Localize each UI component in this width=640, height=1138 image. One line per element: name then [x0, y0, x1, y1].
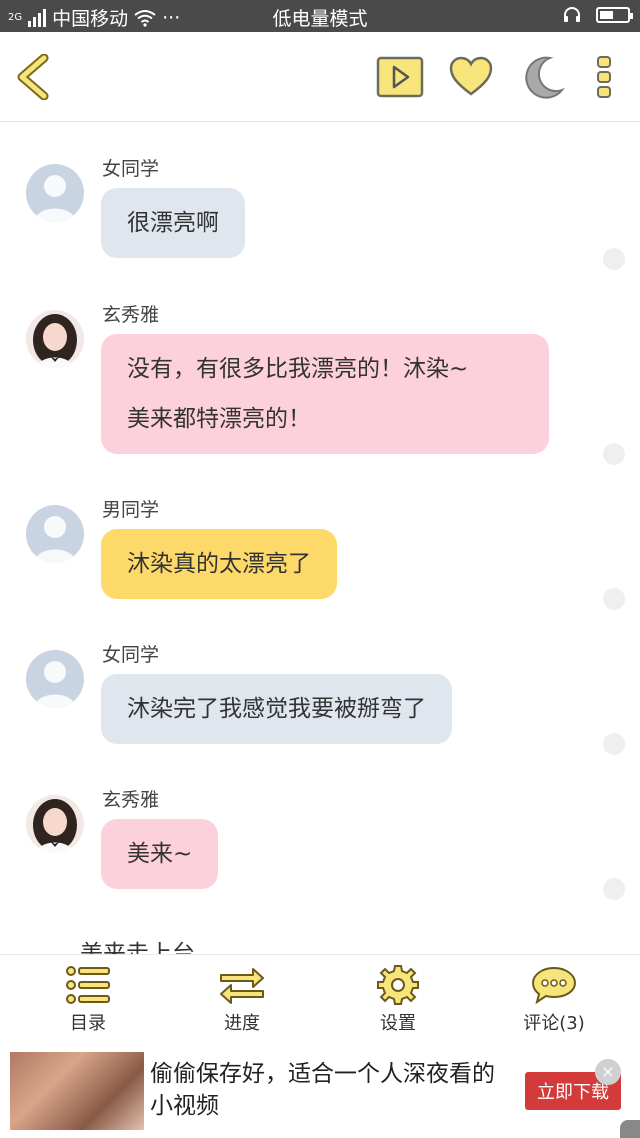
gear-icon	[377, 965, 419, 1005]
reader-toolbar	[0, 32, 640, 122]
partial-story-text: 美来走上台	[80, 941, 195, 954]
comment-dot[interactable]	[603, 248, 625, 270]
nav-label: 进度	[224, 1013, 260, 1034]
status-bar: 2G 中国移动 ··· 低电量模式	[0, 0, 640, 32]
battery-icon	[596, 7, 633, 23]
sender-name: 玄秀雅	[102, 304, 160, 326]
avatar[interactable]	[26, 164, 84, 222]
comment-dot[interactable]	[603, 588, 625, 610]
avatar[interactable]	[26, 795, 84, 853]
close-icon[interactable]: ×	[595, 1059, 621, 1085]
sender-name: 玄秀雅	[102, 789, 160, 811]
avatar[interactable]	[26, 310, 84, 368]
message-line: 美来都特漂亮的！	[127, 406, 311, 432]
favorite-heart-button[interactable]	[448, 54, 494, 100]
nav-settings[interactable]: 设置	[338, 965, 458, 1035]
message-bubble: 沐染真的太漂亮了	[101, 529, 337, 599]
night-mode-button[interactable]	[520, 54, 566, 100]
nav-progress[interactable]: 进度	[182, 965, 302, 1035]
default-user-icon	[34, 661, 76, 708]
nav-label: 设置	[380, 1013, 416, 1034]
message-bubble: 沐染完了我感觉我要被掰弯了	[101, 674, 452, 744]
chat-bubble-icon	[531, 966, 577, 1005]
back-button[interactable]	[14, 54, 54, 100]
message-bubble: 很漂亮啊	[101, 188, 245, 258]
comment-dot[interactable]	[603, 733, 625, 755]
message-line: 没有，有很多比我漂亮的！沐染~	[127, 356, 469, 382]
nav-comments[interactable]: 评论(3)	[494, 965, 614, 1035]
default-user-icon	[34, 516, 76, 563]
sender-name: 女同学	[102, 644, 160, 666]
status-mode: 低电量模式	[272, 8, 368, 30]
comment-dot[interactable]	[603, 443, 625, 465]
message-bubble: 美来~	[101, 819, 219, 889]
ad-thumbnail[interactable]	[10, 1052, 144, 1130]
user-photo-icon	[26, 310, 84, 368]
play-button[interactable]	[376, 54, 424, 100]
swap-arrows-icon	[220, 968, 264, 1004]
nav-label: 目录	[70, 1013, 106, 1034]
message-bubble: 没有，有很多比我漂亮的！沐染~ 美来都特漂亮的！	[101, 334, 549, 454]
nav-label: 评论(3)	[523, 1013, 585, 1034]
floating-badge-icon[interactable]	[620, 1120, 640, 1138]
default-user-icon	[34, 175, 76, 222]
more-menu-button[interactable]	[592, 54, 616, 100]
sender-name: 女同学	[102, 158, 160, 180]
ad-banner[interactable]: 偷偷保存好，适合一个人深夜看的小视频 立即下载	[0, 1042, 640, 1138]
user-photo-icon	[26, 795, 84, 853]
chat-area[interactable]: 女同学 很漂亮啊 玄秀雅 没有，有很多比我漂亮的！沐染~ 美来都特漂亮的！ 男同…	[0, 122, 640, 954]
comment-dot[interactable]	[603, 878, 625, 900]
list-icon	[66, 966, 110, 1004]
headset-icon	[564, 7, 580, 22]
sender-name: 男同学	[102, 499, 160, 521]
nav-catalog[interactable]: 目录	[28, 965, 148, 1035]
avatar[interactable]	[26, 505, 84, 563]
avatar[interactable]	[26, 650, 84, 708]
bottom-nav: 目录 进度 设置 评论(3)	[0, 954, 640, 1042]
ad-text[interactable]: 偷偷保存好，适合一个人深夜看的小视频	[150, 1058, 500, 1122]
